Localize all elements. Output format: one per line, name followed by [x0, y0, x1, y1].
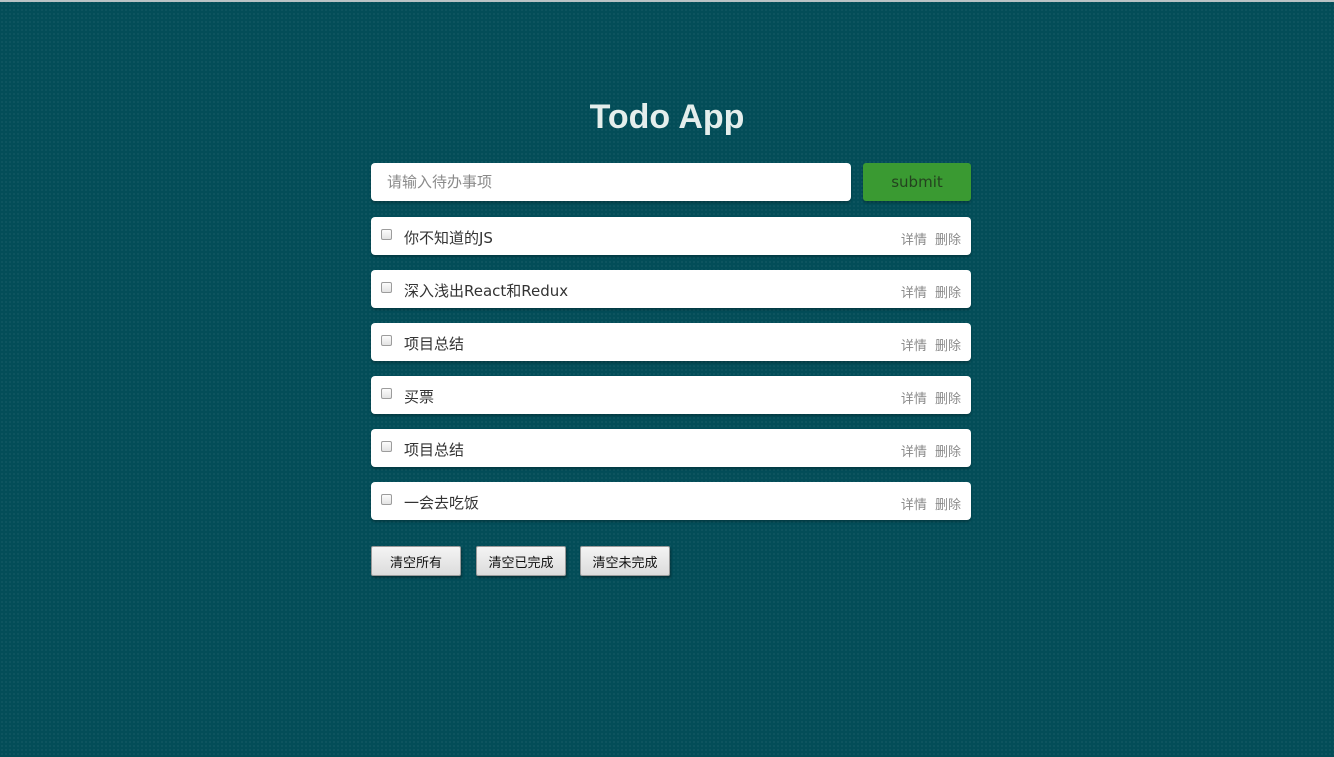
detail-link[interactable]: 详情	[901, 445, 927, 460]
todo-actions: 详情 删除	[901, 494, 961, 513]
todo-checkbox[interactable]	[381, 441, 392, 452]
todo-actions: 详情 删除	[901, 388, 961, 407]
todo-actions: 详情 删除	[901, 441, 961, 460]
todo-input[interactable]	[371, 163, 851, 201]
clear-completed-button[interactable]: 清空已完成	[476, 546, 566, 576]
clear-all-button[interactable]: 清空所有	[371, 546, 461, 576]
todo-checkbox[interactable]	[381, 282, 392, 293]
delete-link[interactable]: 删除	[935, 392, 961, 407]
todo-actions: 详情 删除	[901, 335, 961, 354]
detail-link[interactable]: 详情	[901, 392, 927, 407]
todo-item: 项目总结 详情 删除	[371, 429, 971, 467]
detail-link[interactable]: 详情	[901, 339, 927, 354]
delete-link[interactable]: 删除	[935, 339, 961, 354]
todo-item: 买票 详情 删除	[371, 376, 971, 414]
delete-link[interactable]: 删除	[935, 498, 961, 513]
delete-link[interactable]: 删除	[935, 286, 961, 301]
submit-button[interactable]: submit	[863, 163, 971, 201]
top-border	[0, 0, 1334, 2]
delete-link[interactable]: 删除	[935, 445, 961, 460]
todo-actions: 详情 删除	[901, 282, 961, 301]
todo-text: 买票	[404, 388, 435, 406]
delete-link[interactable]: 删除	[935, 233, 961, 248]
todo-checkbox[interactable]	[381, 388, 392, 399]
clear-uncompleted-button[interactable]: 清空未完成	[580, 546, 670, 576]
detail-link[interactable]: 详情	[901, 286, 927, 301]
todo-item: 你不知道的JS 详情 删除	[371, 217, 971, 255]
detail-link[interactable]: 详情	[901, 498, 927, 513]
todo-text: 项目总结	[404, 441, 465, 459]
todo-item: 一会去吃饭 详情 删除	[371, 482, 971, 520]
todo-list: 你不知道的JS 详情 删除 深入浅出React和Redux 详情 删除 项目总结…	[371, 217, 971, 535]
todo-actions: 详情 删除	[901, 229, 961, 248]
todo-text: 深入浅出React和Redux	[404, 282, 569, 300]
detail-link[interactable]: 详情	[901, 233, 927, 248]
todo-checkbox[interactable]	[381, 335, 392, 346]
todo-text: 项目总结	[404, 335, 465, 353]
todo-text: 一会去吃饭	[404, 494, 480, 512]
todo-text: 你不知道的JS	[404, 229, 493, 247]
todo-checkbox[interactable]	[381, 229, 392, 240]
todo-checkbox[interactable]	[381, 494, 392, 505]
page-title: Todo App	[589, 98, 745, 136]
todo-item: 项目总结 详情 删除	[371, 323, 971, 361]
todo-item: 深入浅出React和Redux 详情 删除	[371, 270, 971, 308]
